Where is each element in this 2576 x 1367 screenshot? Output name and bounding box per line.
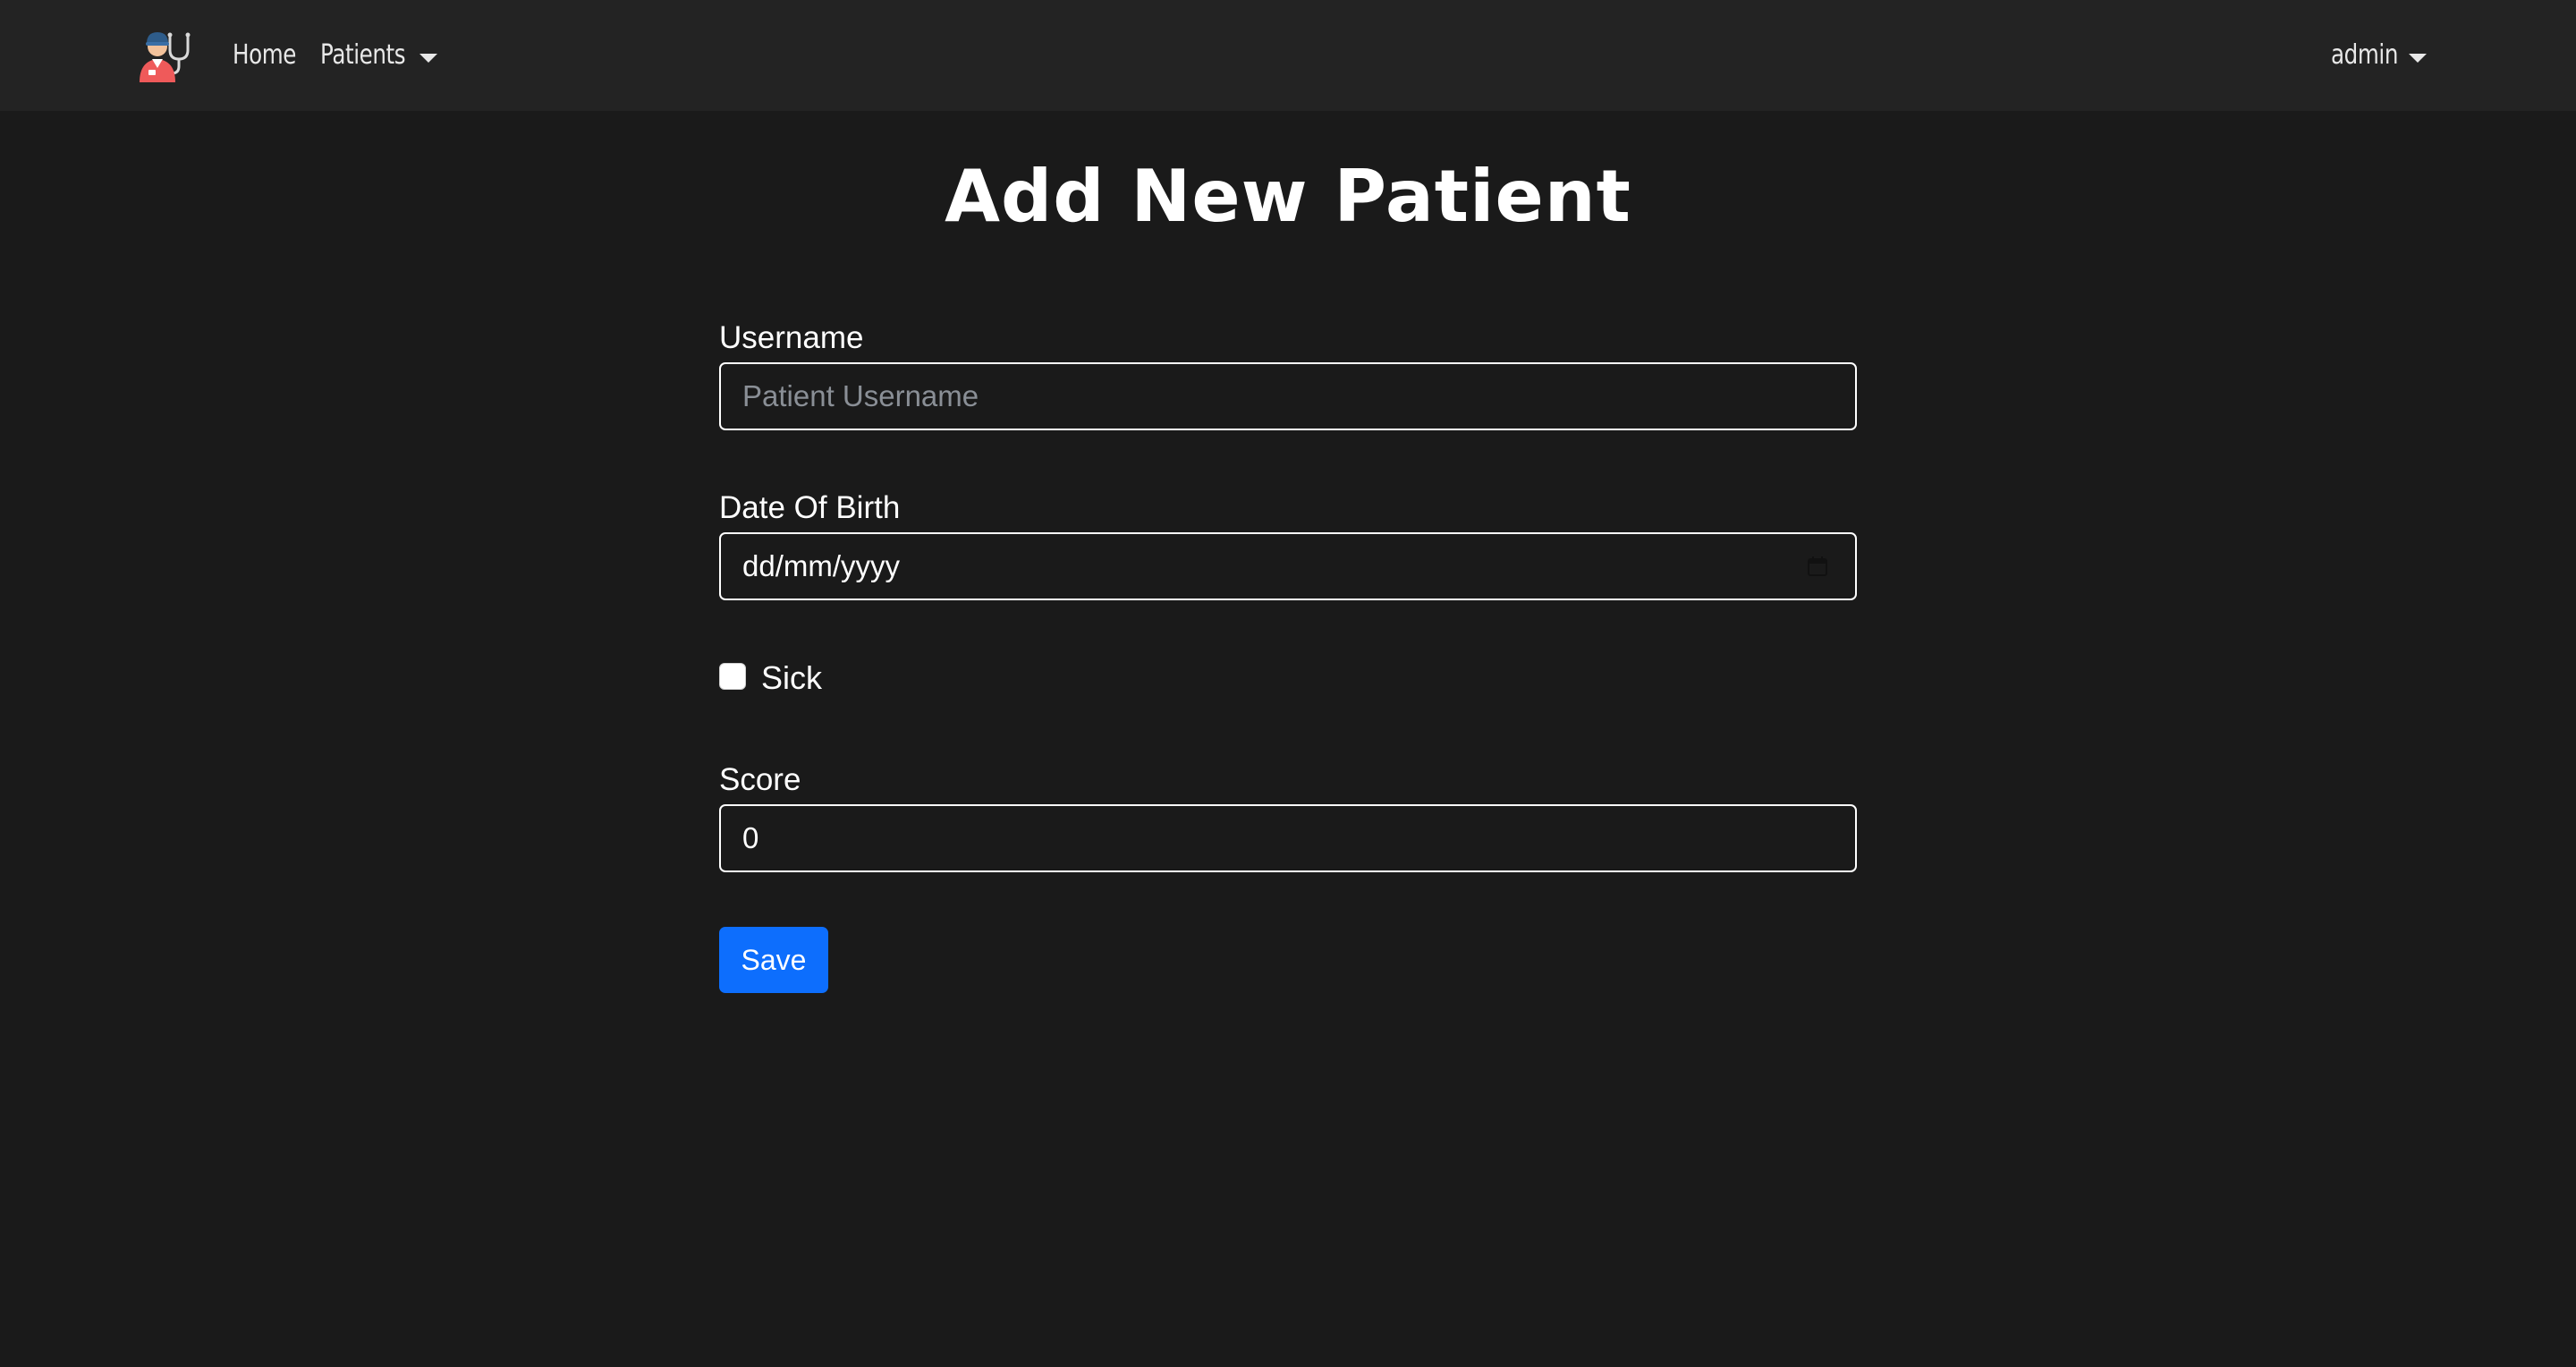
- score-label: Score: [719, 762, 801, 797]
- dob-field[interactable]: dd/mm/yyyy: [719, 532, 1857, 600]
- top-navbar: Home Patients admin: [0, 0, 2576, 111]
- dob-format-text: dd/mm/yyyy: [742, 549, 901, 582]
- chevron-down-icon[interactable]: [2409, 54, 2427, 63]
- dob-label: Date Of Birth: [719, 490, 901, 525]
- sick-checkbox[interactable]: [719, 663, 746, 690]
- save-button[interactable]: Save: [719, 927, 828, 993]
- username-placeholder: Patient Username: [742, 379, 979, 412]
- score-field[interactable]: 0: [719, 804, 1857, 872]
- username-field[interactable]: Patient Username: [719, 362, 1857, 430]
- nav-user-dropdown[interactable]: admin: [2331, 32, 2398, 79]
- username-label: Username: [719, 320, 864, 355]
- nav-patients-dropdown[interactable]: Patients: [320, 32, 406, 79]
- score-value: 0: [742, 821, 759, 854]
- chevron-down-icon[interactable]: [419, 54, 437, 63]
- doctor-avatar-icon[interactable]: [134, 27, 191, 84]
- nav-home-link[interactable]: Home: [233, 32, 296, 79]
- page-title: Add New Patient: [945, 155, 1631, 238]
- calendar-icon[interactable]: [1807, 556, 1828, 577]
- sick-label[interactable]: Sick: [761, 658, 822, 698]
